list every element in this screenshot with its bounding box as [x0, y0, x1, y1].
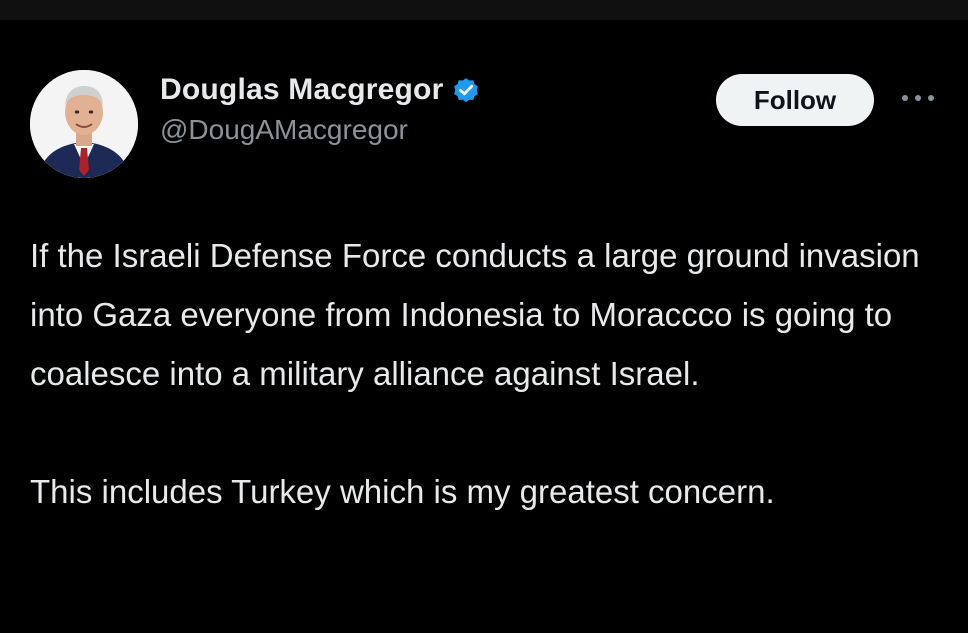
author-name-row: Douglas Macgregor — [160, 70, 481, 110]
more-dots-icon[interactable] — [898, 80, 938, 116]
tweet-card: Douglas Macgregor @DougAMacgregor Follow… — [0, 20, 968, 633]
verified-badge-icon — [451, 75, 481, 105]
avatar[interactable] — [30, 70, 138, 178]
top-bar — [0, 0, 968, 20]
author-display-name[interactable]: Douglas Macgregor — [160, 73, 443, 107]
follow-button[interactable]: Follow — [716, 74, 874, 126]
tweet-text: If the Israeli Defense Force conducts a … — [30, 226, 930, 521]
tweet-paragraph: If the Israeli Defense Force conducts a … — [30, 237, 920, 392]
tweet-paragraph: This includes Turkey which is my greates… — [30, 473, 775, 510]
author-handle[interactable]: @DougAMacgregor — [160, 114, 408, 146]
